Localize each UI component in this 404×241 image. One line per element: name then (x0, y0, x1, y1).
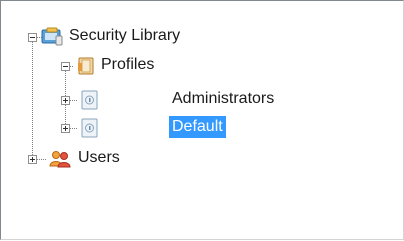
profile-document-icon (80, 118, 100, 138)
tree-node-label: Profiles (101, 56, 155, 73)
collapse-toggle-icon[interactable] (61, 62, 70, 71)
tree-node-users[interactable]: Users (1, 147, 201, 171)
collapse-toggle-icon[interactable] (28, 33, 37, 42)
tree-node-label: Administrators (172, 90, 275, 107)
users-icon (48, 149, 71, 169)
tree-node-administrators[interactable]: Administrators (1, 88, 321, 112)
library-icon (41, 27, 63, 47)
tree-node-security-library[interactable]: Security Library (1, 25, 261, 49)
expand-toggle-icon[interactable] (61, 96, 70, 105)
tree-node-label: Users (78, 149, 120, 166)
profile-document-icon (80, 90, 100, 110)
folder-icon (76, 56, 96, 76)
tree-node-profiles[interactable]: Profiles (1, 54, 221, 78)
expand-toggle-icon[interactable] (61, 124, 70, 133)
expand-toggle-icon[interactable] (28, 155, 37, 164)
tree-node-label: Security Library (69, 27, 181, 44)
security-library-tree[interactable]: Security Library Profiles Administrators… (1, 1, 403, 239)
tree-node-label-selected: Default (169, 116, 226, 138)
tree-node-default[interactable]: Default (1, 116, 261, 140)
tree-view-frame: Security Library Profiles Administrators… (0, 0, 404, 240)
